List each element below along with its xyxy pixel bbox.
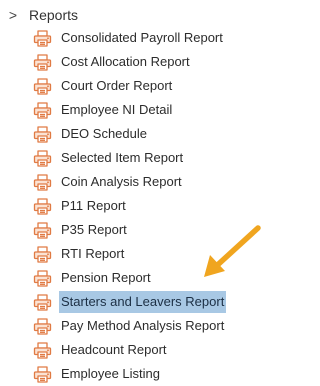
printer-icon (33, 126, 52, 143)
report-item-deo-schedule[interactable]: DEO Schedule (33, 122, 226, 146)
report-item-label: Pension Report (61, 270, 151, 285)
report-item-label: Consolidated Payroll Report (61, 30, 223, 45)
report-item-label: RTI Report (61, 246, 125, 261)
report-item-employee-ni-detail[interactable]: Employee NI Detail (33, 98, 226, 122)
report-item-pay-method-analysis[interactable]: Pay Method Analysis Report (33, 314, 226, 338)
printer-icon (33, 174, 52, 191)
report-item-label: Court Order Report (61, 78, 173, 93)
report-item-label: Cost Allocation Report (61, 54, 190, 69)
report-item-court-order[interactable]: Court Order Report (33, 74, 226, 98)
report-item-employee-listing[interactable]: Employee Listing (33, 362, 226, 386)
report-item-p11[interactable]: P11 Report (33, 194, 226, 218)
reports-section-label: Reports (29, 7, 79, 23)
printer-icon (33, 342, 52, 359)
report-item-label: Pay Method Analysis Report (61, 318, 225, 333)
report-item-consolidated-payroll[interactable]: Consolidated Payroll Report (33, 26, 226, 50)
report-item-label: Headcount Report (61, 342, 167, 357)
report-item-headcount[interactable]: Headcount Report (33, 338, 226, 362)
report-item-starters-and-leavers[interactable]: Starters and Leavers Report (33, 290, 227, 314)
reports-tree-node[interactable]: > Reports (6, 5, 78, 25)
report-item-label: Selected Item Report (61, 150, 184, 165)
report-item-label: Coin Analysis Report (61, 174, 182, 189)
report-item-cost-allocation[interactable]: Cost Allocation Report (33, 50, 226, 74)
report-item-coin-analysis[interactable]: Coin Analysis Report (33, 170, 226, 194)
printer-icon (33, 246, 52, 263)
report-item-label: P35 Report (61, 222, 127, 237)
printer-icon (33, 294, 52, 311)
printer-icon (33, 54, 52, 71)
printer-icon (33, 270, 52, 287)
report-item-label: Starters and Leavers Report (59, 291, 227, 313)
printer-icon (33, 150, 52, 167)
report-item-label: P11 Report (61, 198, 126, 213)
report-item-label: Employee Listing (61, 366, 160, 381)
annotation-arrow-icon (204, 225, 261, 277)
report-list: Consolidated Payroll Report Cost Allocat… (33, 26, 227, 386)
report-item-selected-item[interactable]: Selected Item Report (33, 146, 226, 170)
printer-icon (33, 30, 52, 47)
report-item-label: DEO Schedule (61, 126, 147, 141)
printer-icon (33, 222, 52, 239)
printer-icon (33, 78, 52, 95)
report-item-label: Employee NI Detail (61, 102, 173, 117)
printer-icon (33, 318, 52, 335)
chevron-right-icon[interactable]: > (6, 7, 20, 23)
printer-icon (33, 198, 52, 215)
printer-icon (33, 366, 52, 383)
printer-icon (33, 102, 52, 119)
